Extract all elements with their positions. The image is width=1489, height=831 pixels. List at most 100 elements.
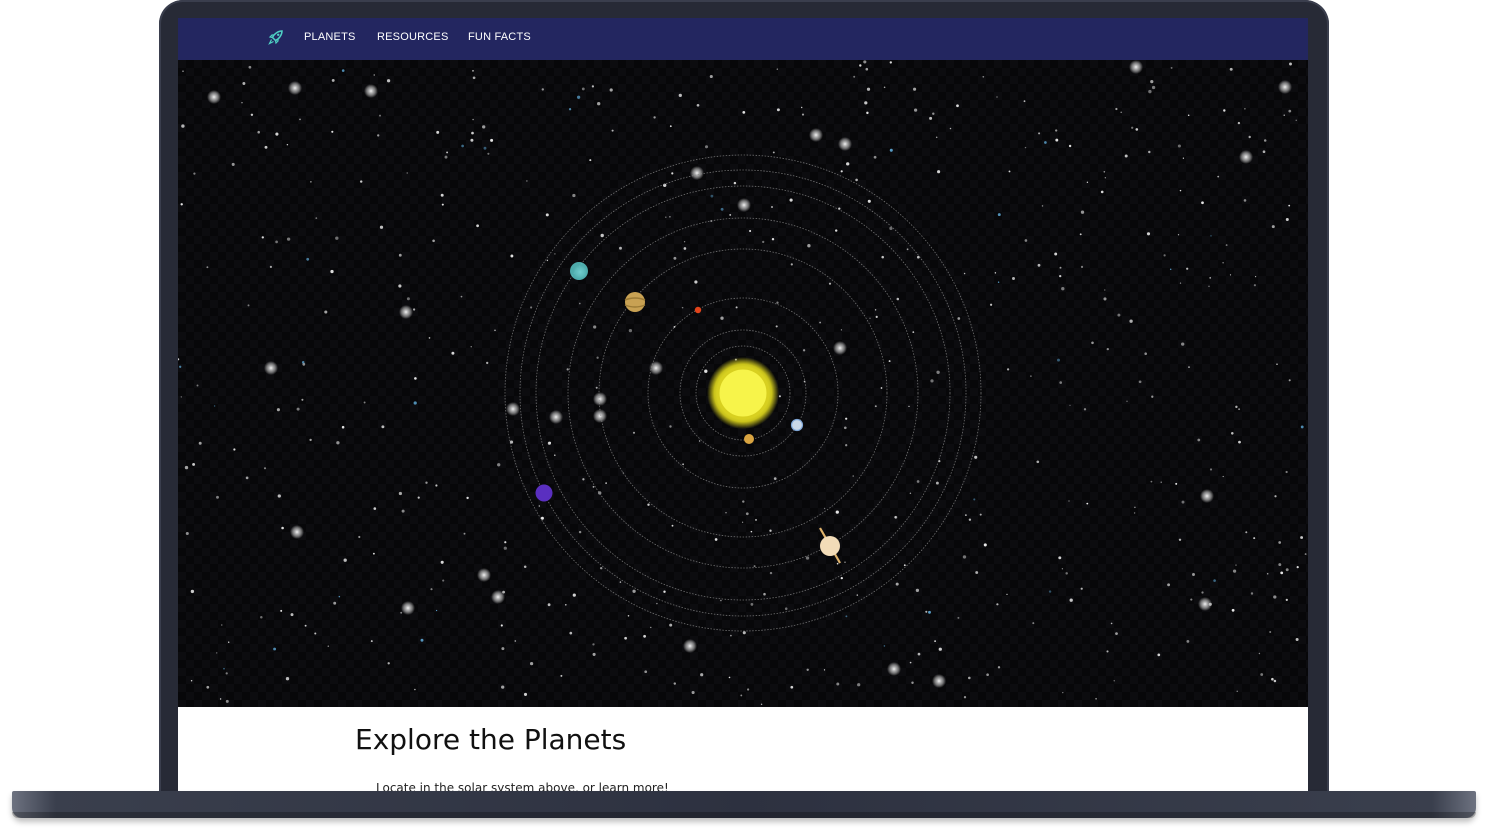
star [683, 241, 686, 243]
star [665, 216, 667, 218]
star [609, 88, 613, 92]
star [1231, 432, 1234, 435]
star [773, 477, 777, 480]
star [440, 560, 444, 564]
planet-uranus[interactable] [570, 262, 588, 280]
star [1188, 366, 1190, 368]
glowing-star [288, 81, 302, 95]
star [903, 564, 906, 567]
star [997, 213, 1001, 217]
star [845, 417, 848, 420]
star [704, 369, 708, 373]
star [709, 74, 713, 79]
star [1103, 171, 1106, 173]
star [1117, 313, 1121, 317]
star [1271, 225, 1275, 229]
star [698, 440, 701, 442]
star [663, 590, 666, 593]
star [500, 624, 503, 627]
glowing-star [264, 361, 278, 375]
planet-venus[interactable] [790, 418, 804, 432]
glowing-star [833, 341, 847, 355]
star [1235, 405, 1238, 409]
star [1278, 541, 1282, 544]
star [745, 512, 749, 516]
star [968, 676, 971, 680]
star [632, 431, 636, 434]
star [881, 255, 884, 259]
star [1024, 239, 1028, 242]
star [710, 194, 714, 198]
star [704, 145, 709, 149]
star [962, 555, 967, 559]
star [789, 198, 793, 202]
star [790, 263, 793, 266]
nav-link-fun-facts[interactable]: FUN FACTS [468, 31, 531, 43]
star [896, 297, 900, 301]
browser-screen: PLANETS RESOURCES FUN FACTS Explore the … [178, 18, 1308, 798]
star [554, 454, 556, 456]
star [1059, 266, 1062, 269]
star [417, 496, 420, 499]
star [247, 304, 250, 307]
solar-system-hero [178, 60, 1308, 707]
star [1115, 632, 1118, 635]
star [1250, 592, 1254, 595]
star [742, 111, 746, 114]
star [414, 688, 416, 691]
star [578, 302, 581, 305]
planet-neptune[interactable] [535, 484, 553, 502]
planet-mercury[interactable] [744, 434, 754, 444]
star [1041, 205, 1044, 207]
star [1209, 277, 1212, 279]
star [1181, 342, 1185, 346]
star [1103, 297, 1107, 301]
glowing-star [399, 305, 413, 319]
star [1190, 598, 1193, 601]
star [309, 438, 312, 442]
rocket-icon[interactable] [266, 29, 286, 49]
star [806, 668, 809, 671]
star [911, 681, 914, 685]
star [1300, 425, 1304, 429]
star [1289, 62, 1292, 66]
star [805, 556, 810, 560]
star [483, 146, 487, 150]
nav-link-resources[interactable]: RESOURCES [377, 31, 448, 43]
star [310, 181, 312, 183]
star [1192, 573, 1195, 576]
star [184, 465, 189, 470]
star [1129, 319, 1133, 323]
planet-jupiter[interactable] [624, 292, 646, 312]
star [934, 640, 936, 642]
glowing-star [207, 90, 221, 104]
star [1288, 379, 1291, 382]
star [889, 226, 893, 231]
star [776, 301, 779, 304]
star [937, 170, 941, 174]
star [1288, 109, 1292, 113]
star [835, 510, 839, 514]
star [1213, 579, 1216, 582]
star [1083, 408, 1087, 411]
star [742, 500, 745, 503]
star [875, 315, 878, 319]
glowing-star [290, 525, 304, 539]
star [628, 328, 633, 333]
star [997, 666, 1001, 669]
star [1222, 262, 1224, 264]
star [471, 131, 474, 135]
nav-link-planets[interactable]: PLANETS [304, 31, 356, 43]
star [1186, 639, 1190, 643]
star [1304, 553, 1307, 556]
star [865, 67, 869, 71]
star [472, 76, 476, 80]
star [775, 325, 778, 328]
star [644, 670, 648, 674]
star [982, 75, 985, 78]
star [387, 662, 390, 665]
star [482, 125, 486, 129]
star [889, 148, 893, 152]
star [196, 384, 199, 387]
planet-mars[interactable] [694, 306, 702, 314]
